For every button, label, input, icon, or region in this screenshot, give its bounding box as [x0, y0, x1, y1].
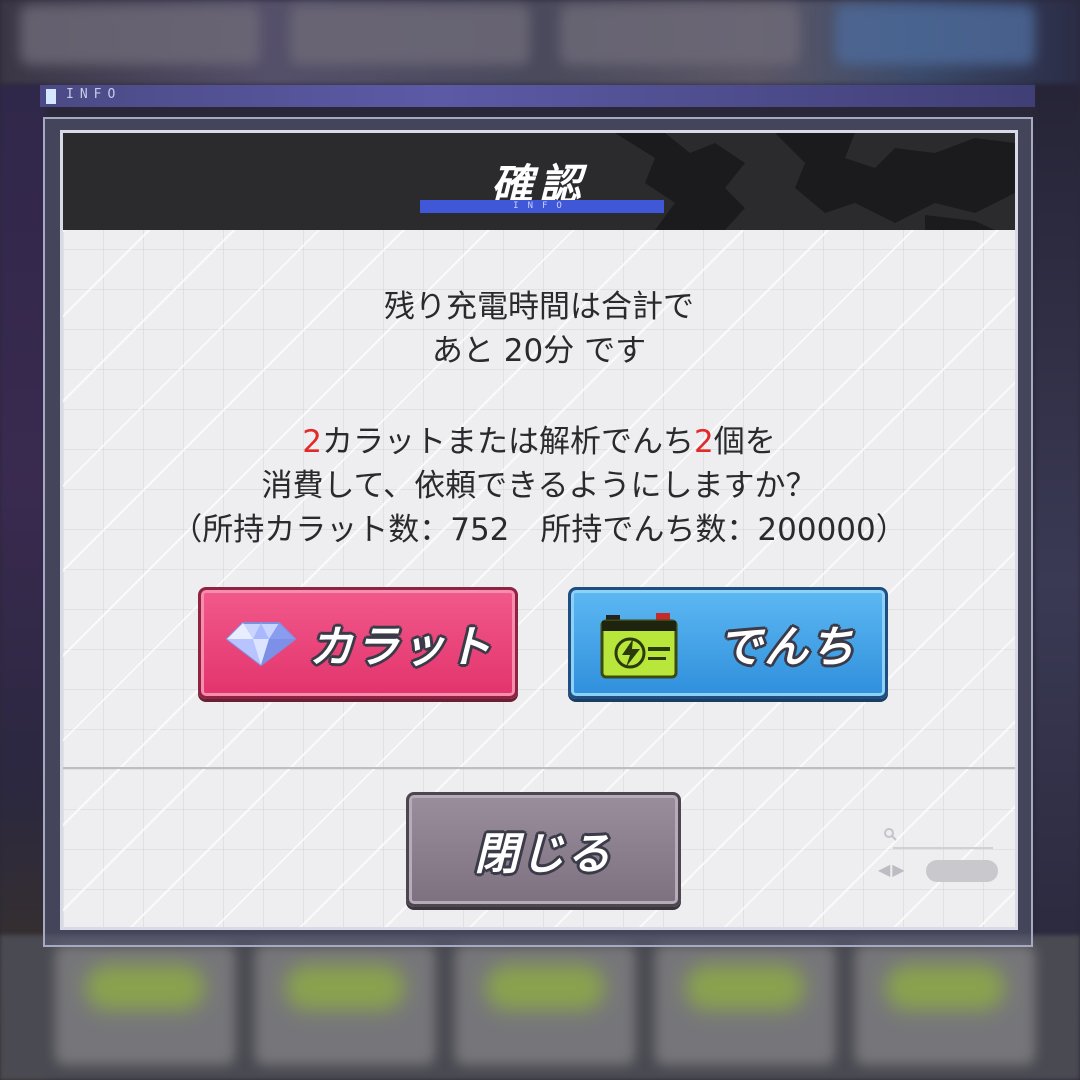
background-card: [20, 5, 260, 65]
background-left-edge: [0, 85, 45, 1080]
background-card: [560, 5, 800, 65]
background-item-card: [655, 945, 835, 1065]
faded-pill: [926, 860, 998, 882]
dialog-title-sub: INFO: [513, 201, 571, 211]
button-divider: [63, 767, 1015, 769]
search-icon: [884, 828, 897, 841]
question-line: 消費して、依頼できるようにしますか？: [261, 468, 817, 504]
diamond-icon: [225, 622, 297, 667]
faded-controls: ◀▶: [878, 825, 998, 885]
confirm-dialog: 確認 INFO 残り充電時間は合計で あと 20分 です 2カラットまたは解析で…: [60, 130, 1018, 930]
background-card: [290, 5, 530, 65]
dialog-body: 残り充電時間は合計で あと 20分 です 2カラットまたは解析でんち2個を 消費…: [63, 230, 1015, 927]
cost-end-text: 個を: [713, 424, 776, 460]
background-item-card: [55, 945, 235, 1065]
battery-icon: [600, 613, 678, 679]
carat-button-label: カラット: [309, 622, 493, 673]
message-line-2: あと 20分 です: [431, 333, 647, 369]
left-right-arrows-icon: ◀▶: [878, 860, 907, 879]
background-item-card: [855, 945, 1035, 1065]
denchi-cost: 2: [694, 424, 714, 460]
close-button[interactable]: 閉じる: [406, 792, 681, 907]
carat-cost: 2: [302, 424, 322, 460]
cost-message: 2カラットまたは解析でんち2個を 消費して、依頼できるようにしますか？ （所持カ…: [63, 420, 1015, 552]
cost-mid-text: カラットまたは解析でんち: [322, 424, 694, 460]
info-label: INFO: [66, 87, 122, 102]
cost-line: 2カラットまたは解析でんち2個を: [63, 420, 1015, 464]
dialog-header: 確認 INFO: [63, 133, 1015, 230]
background-right-edge: [1035, 85, 1080, 1080]
carat-button[interactable]: カラット: [198, 587, 518, 699]
background-item-card: [455, 945, 635, 1065]
denchi-button-label: でんち: [718, 622, 856, 673]
close-button-label: 閉じる: [474, 828, 613, 880]
owned-counts-line: （所持カラット数：752 所持でんち数：200000）: [171, 512, 907, 548]
info-marker: [46, 89, 56, 104]
remaining-time-message: 残り充電時間は合計で あと 20分 です: [63, 285, 1015, 373]
message-line-1: 残り充電時間は合計で: [384, 289, 694, 325]
faded-divider: [893, 847, 993, 849]
info-header-bar: INFO: [40, 85, 1035, 107]
background-card: [835, 5, 1035, 65]
background-item-card: [255, 945, 435, 1065]
dialog-title-underline: INFO: [420, 200, 664, 213]
denchi-button[interactable]: でんち: [568, 587, 888, 699]
